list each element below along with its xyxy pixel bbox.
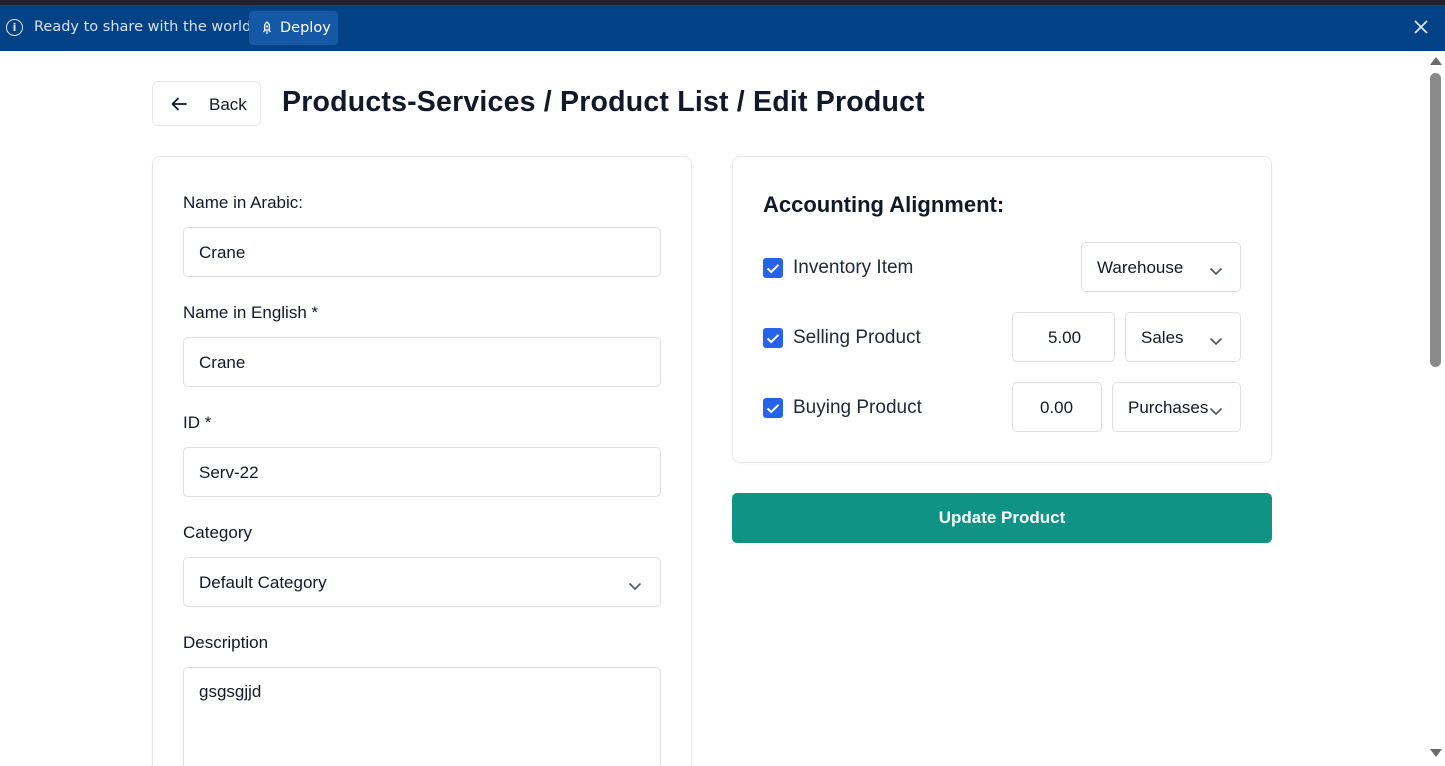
accounting-title: Accounting Alignment: [763, 192, 1005, 217]
selling-label: Selling Product [793, 327, 921, 348]
close-icon[interactable] [1412, 18, 1430, 36]
buying-checkbox[interactable] [763, 398, 783, 418]
name-arabic-input[interactable]: Crane [183, 227, 661, 277]
page-title: Products-Services / Product List / Edit … [282, 86, 925, 118]
description-textarea[interactable]: gsgsgjjd [183, 667, 661, 766]
sales-select[interactable]: Sales [1125, 312, 1241, 362]
deploy-button[interactable]: Deploy [249, 11, 338, 45]
back-label: Back [209, 95, 247, 114]
name-english-label: Name in English * [183, 303, 319, 322]
sales-value: Sales [1141, 328, 1184, 347]
deploy-banner: i Ready to share with the world? Deploy [0, 5, 1445, 51]
check-icon [766, 333, 780, 343]
rocket-icon [260, 21, 274, 35]
buying-amount-input[interactable]: 0.00 [1012, 382, 1102, 432]
back-button[interactable]: Back [152, 81, 261, 126]
scroll-up-icon[interactable] [1430, 57, 1442, 65]
chevron-down-icon [628, 578, 642, 591]
purchases-value: Purchases [1128, 398, 1209, 417]
name-arabic-value: Crane [199, 243, 246, 262]
warehouse-select[interactable]: Warehouse [1081, 242, 1241, 292]
scroll-down-icon[interactable] [1430, 749, 1442, 757]
id-label: ID * [183, 413, 212, 432]
selling-amount-value: 5.00 [1048, 328, 1082, 347]
vertical-scrollbar[interactable] [1427, 51, 1445, 766]
inventory-label: Inventory Item [793, 257, 914, 278]
name-english-input[interactable]: Crane [183, 337, 661, 387]
id-input[interactable]: Serv-22 [183, 447, 661, 497]
check-icon [766, 263, 780, 273]
description-label: Description [183, 633, 269, 652]
category-label: Category [183, 523, 252, 542]
category-value: Default Category [199, 573, 327, 592]
name-arabic-label: Name in Arabic: [183, 193, 303, 212]
id-value: Serv-22 [199, 463, 259, 482]
chevron-down-icon [1209, 263, 1223, 276]
deploy-label: Deploy [280, 20, 331, 36]
info-icon: i [6, 19, 23, 36]
chevron-down-icon [1209, 403, 1223, 416]
description-value: gsgsgjjd [199, 682, 262, 701]
inventory-checkbox[interactable] [763, 258, 783, 278]
banner-message: Ready to share with the world? [34, 19, 259, 35]
buying-label: Buying Product [793, 397, 922, 418]
purchases-select[interactable]: Purchases [1112, 382, 1241, 432]
scrollbar-thumb[interactable] [1430, 73, 1441, 367]
warehouse-value: Warehouse [1097, 258, 1184, 277]
name-english-value: Crane [199, 353, 246, 372]
buying-amount-value: 0.00 [1040, 398, 1074, 417]
arrow-left-icon [170, 96, 188, 112]
chevron-down-icon [1209, 333, 1223, 346]
category-select[interactable]: Default Category [183, 557, 661, 607]
selling-amount-input[interactable]: 5.00 [1012, 312, 1115, 362]
check-icon [766, 403, 780, 413]
update-product-button[interactable]: Update Product [732, 493, 1272, 543]
selling-checkbox[interactable] [763, 328, 783, 348]
